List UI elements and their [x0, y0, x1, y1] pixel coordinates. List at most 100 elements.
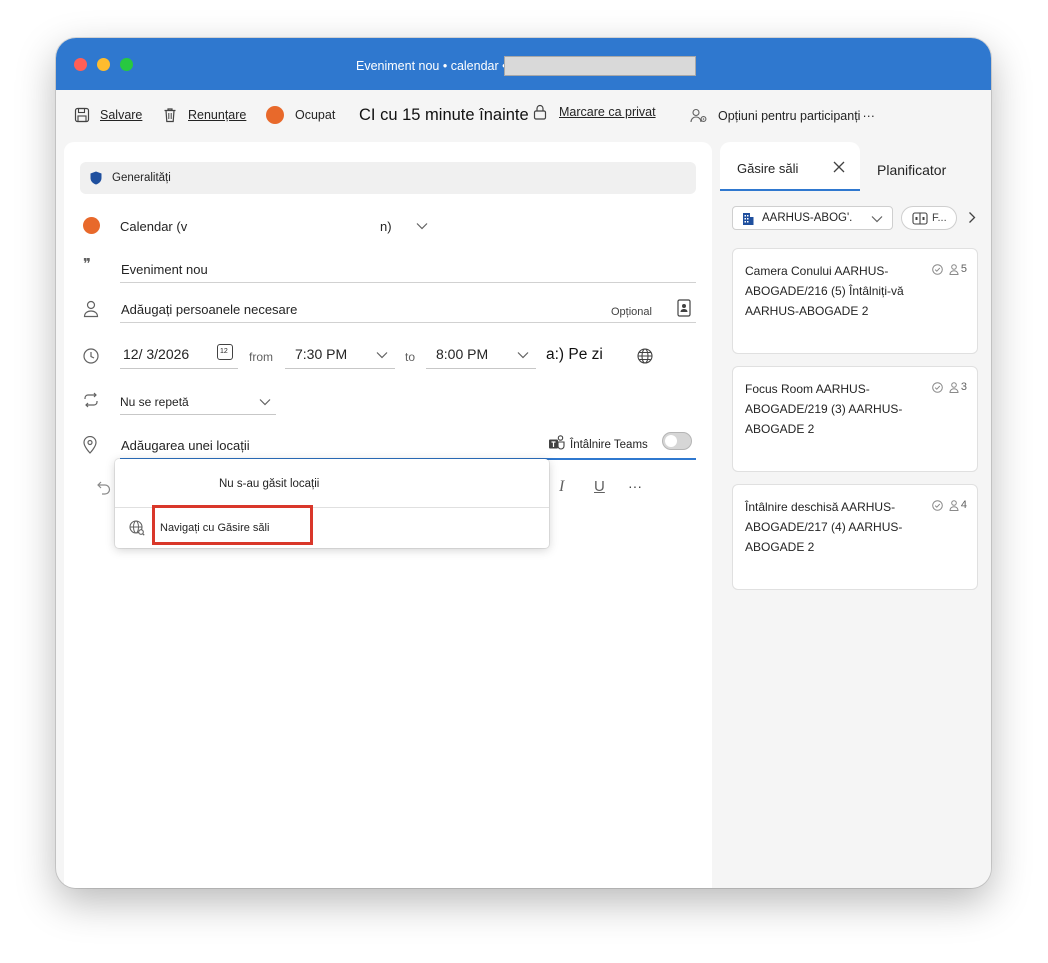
teams-meeting-toggle[interactable] — [662, 432, 692, 450]
room-meta: 5 — [932, 263, 967, 275]
save-icon — [74, 107, 90, 123]
trash-icon — [164, 108, 176, 123]
start-date-value: 12/ 3/2026 — [123, 346, 190, 362]
outlook-window: Eveniment nou • calendar • Salvare Renun… — [56, 38, 991, 888]
people-settings-icon — [690, 108, 707, 123]
calendar-icon: 12 — [217, 344, 233, 360]
title-underline — [120, 282, 696, 283]
capacity-person-icon — [949, 381, 959, 393]
attendee-options-label: Opțiuni pentru participanți — [718, 109, 861, 123]
building-filter-value: AARHUS-ABOG'. — [762, 212, 853, 224]
capacity-person-icon — [949, 499, 959, 511]
room-finder-panel: Găsire săli Planificator AARHUS-ABOG'. F… — [720, 142, 991, 888]
chevron-right-icon[interactable] — [968, 211, 976, 224]
shield-icon — [90, 171, 102, 185]
start-date-picker[interactable]: 12/ 3/2026 12 — [120, 340, 238, 369]
start-time-picker[interactable]: 7:30 PM — [285, 340, 395, 369]
chevron-down-icon — [416, 223, 428, 230]
save-button[interactable]: Salvare — [74, 107, 142, 123]
attendee-options-button[interactable]: Opțiuni pentru participanți ··· — [690, 108, 875, 124]
tab-room-finder[interactable]: Găsire săli — [720, 142, 860, 191]
room-meta: 3 — [932, 381, 967, 393]
active-tab-indicator — [720, 189, 860, 191]
available-check-icon — [932, 263, 943, 275]
zoom-window-button[interactable] — [120, 58, 133, 71]
discard-button[interactable]: Renunțare — [162, 107, 246, 123]
chevron-down-icon — [259, 399, 271, 406]
location-input[interactable]: Adăugarea unei locații — [121, 438, 250, 453]
room-meta: 4 — [932, 499, 967, 511]
all-day-toggle[interactable]: a:) Pe zi — [546, 346, 603, 364]
reminder-dropdown[interactable]: CI cu 15 minute înainte — [359, 106, 529, 125]
general-section-header[interactable]: Generalități — [80, 162, 696, 194]
window-title: Eveniment nou • calendar • — [356, 59, 507, 73]
globe-icon[interactable] — [637, 348, 653, 364]
globe-search-icon — [129, 520, 145, 536]
minimize-window-button[interactable] — [97, 58, 110, 71]
private-button[interactable]: Marcare ca privat — [533, 104, 656, 120]
repeat-icon — [84, 392, 98, 408]
calendar-suffix: n) — [380, 219, 392, 234]
status-label: Ocupat — [295, 108, 336, 122]
person-icon — [83, 300, 99, 318]
capacity-person-icon — [949, 263, 959, 275]
room-card[interactable]: Întâlnire deschisă AARHUS-ABOGADE/217 (4… — [732, 484, 978, 590]
optional-attendees-link[interactable]: Opțional — [611, 306, 652, 318]
room-name: Camera Conului AARHUS-ABOGADE/216 (5) În… — [745, 264, 904, 318]
location-pin-icon — [83, 436, 97, 454]
features-filter-button[interactable]: F... — [901, 206, 957, 230]
room-name: Focus Room AARHUS-ABOGADE/219 (3) AARHUS… — [745, 382, 903, 436]
underline-button[interactable]: U — [594, 478, 605, 495]
address-book-icon[interactable] — [677, 299, 691, 317]
status-color-dot — [266, 106, 284, 124]
calendar-icon-day: 12 — [220, 348, 228, 355]
attendees-underline — [120, 322, 696, 323]
building-filter-dropdown[interactable]: AARHUS-ABOG'. — [732, 206, 893, 230]
repeat-value: Nu se repetă — [120, 395, 189, 409]
chevron-down-icon — [871, 216, 883, 223]
available-check-icon — [932, 381, 943, 393]
no-locations-message: Nu s-au găsit locații — [219, 478, 320, 490]
chevron-down-icon — [376, 352, 388, 359]
available-check-icon — [932, 499, 943, 511]
highlight-box — [152, 505, 313, 545]
close-window-button[interactable] — [74, 58, 87, 71]
status-busy-button[interactable]: Ocupat — [266, 106, 335, 124]
calendar-label: Calendar (v — [120, 219, 188, 234]
features-filter-label: F... — [932, 212, 947, 224]
room-capacity: 4 — [960, 499, 967, 511]
reminder-label: CI cu 15 minute înainte — [359, 106, 529, 124]
room-card[interactable]: Focus Room AARHUS-ABOGADE/219 (3) AARHUS… — [732, 366, 978, 472]
close-icon[interactable] — [833, 161, 845, 173]
room-card[interactable]: Camera Conului AARHUS-ABOGADE/216 (5) În… — [732, 248, 978, 354]
room-capacity: 3 — [960, 381, 967, 393]
private-label: Marcare ca privat — [559, 105, 656, 119]
undo-icon[interactable] — [97, 481, 111, 495]
event-title-input[interactable]: Eveniment nou — [121, 262, 208, 277]
from-label: from — [249, 350, 273, 364]
lock-icon — [533, 104, 547, 120]
calendar-color-dot — [83, 217, 100, 234]
room-name: Întâlnire deschisă AARHUS-ABOGADE/217 (4… — [745, 500, 903, 554]
room-finder-tab-label: Găsire săli — [737, 161, 799, 176]
chevron-down-icon — [517, 352, 529, 359]
end-time-picker[interactable]: 8:00 PM — [426, 340, 536, 369]
quote-icon: ❞ — [83, 256, 92, 273]
repeat-dropdown[interactable]: Nu se repetă — [120, 390, 276, 415]
room-capacity: 5 — [960, 263, 967, 275]
clock-icon — [83, 348, 99, 364]
room-features-icon — [912, 212, 928, 225]
tab-scheduler[interactable]: Planificator — [877, 162, 946, 178]
save-label: Salvare — [100, 108, 143, 122]
calendar-selector[interactable]: Calendar (v n) — [120, 216, 440, 238]
teams-icon — [549, 435, 565, 450]
start-time-value: 7:30 PM — [295, 346, 348, 362]
italic-button[interactable]: I — [559, 478, 564, 496]
redacted-title-region — [504, 56, 696, 76]
attendees-input[interactable]: Adăugați persoanele necesare — [121, 302, 297, 317]
more-format-button[interactable]: ··· — [628, 478, 642, 494]
event-toolbar: Salvare Renunțare Ocupat CI cu 15 minute… — [56, 90, 991, 142]
end-time-value: 8:00 PM — [436, 346, 489, 362]
more-options-button[interactable]: ··· — [862, 109, 875, 123]
discard-label: Renunțare — [188, 108, 247, 122]
